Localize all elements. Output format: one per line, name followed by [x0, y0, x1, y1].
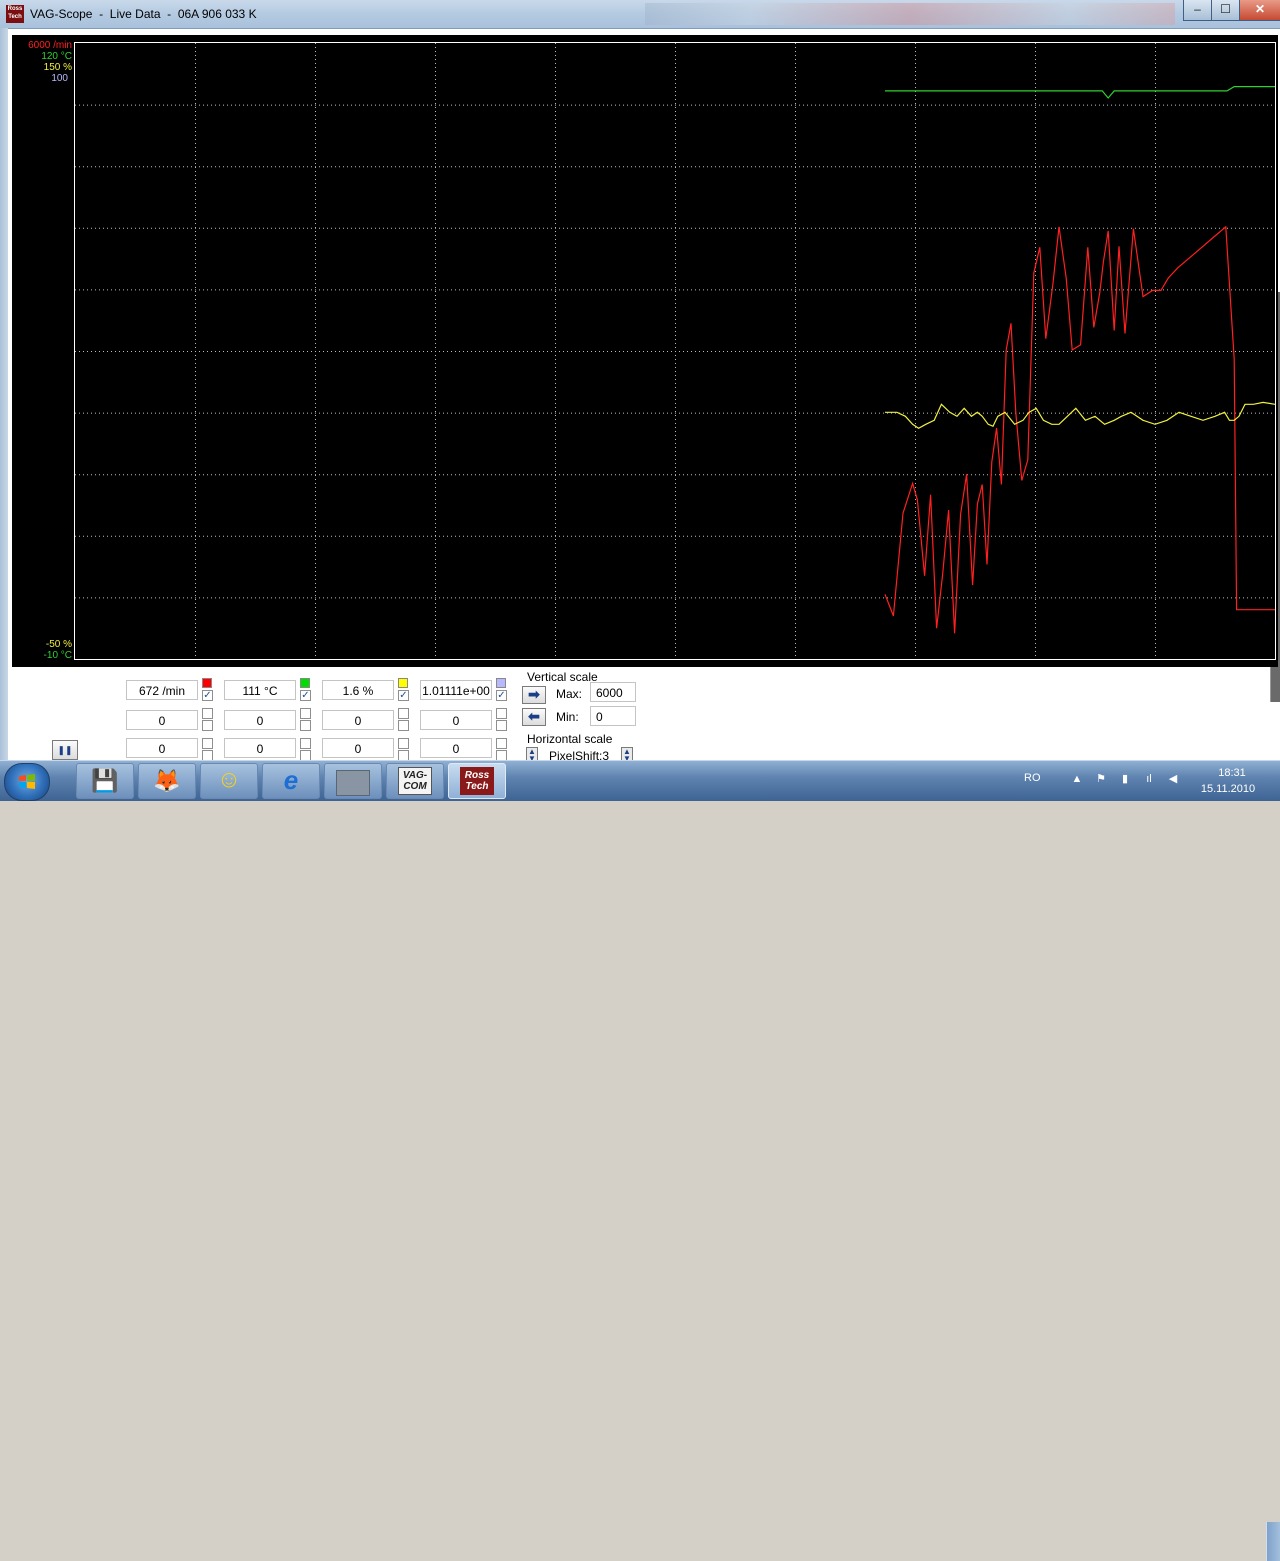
action-center-flag-icon[interactable]: ⚑ [1094, 772, 1108, 786]
channel-4-checkbox[interactable]: ✓ [496, 690, 507, 701]
channel-2-color [300, 678, 310, 688]
yahoo-messenger-icon: ☺ [216, 766, 242, 793]
horizontal-scale-label: Horizontal scale [527, 732, 613, 746]
firefox-icon: 🦊 [153, 768, 181, 793]
ross-tech-icon: Ross Tech [460, 767, 494, 795]
channel-4-value: 1.01111e+00 [420, 680, 492, 700]
channel-7-color-checkbox[interactable] [398, 708, 409, 719]
axis-label-percent-max: 150 % [43, 62, 72, 73]
channel-1-value: 672 /min [126, 680, 198, 700]
channel-9-value: 0 [126, 738, 198, 758]
channel-2-checkbox[interactable]: ✓ [300, 690, 311, 701]
channel-1-color [202, 678, 212, 688]
channel-6-color-checkbox[interactable] [300, 708, 311, 719]
network-signal-icon[interactable]: ıl [1142, 772, 1156, 786]
channel-5-color-checkbox[interactable] [202, 708, 213, 719]
background-window-strip [645, 3, 1175, 25]
channel-3-value: 1.6 % [322, 680, 394, 700]
taskbar-item-internet-explorer[interactable]: e [262, 763, 320, 799]
channel-12-value: 0 [420, 738, 492, 758]
min-label: Min: [556, 710, 579, 724]
ross-tech-logo-icon: Ross Tech [6, 5, 24, 23]
clock-time[interactable]: 18:31 [1210, 767, 1254, 779]
tray-expand-icon[interactable]: ▲ [1070, 772, 1084, 786]
channel-5-checkbox[interactable] [202, 720, 213, 731]
show-desktop-button[interactable] [1266, 1522, 1280, 1561]
engine-speed-trace [884, 225, 1275, 634]
channel-3-color [398, 678, 408, 688]
scale-down-button[interactable]: ⬅ [522, 708, 546, 726]
channel-11-value: 0 [322, 738, 394, 758]
coolant-temperature-trace [885, 85, 1275, 99]
arrow-left-icon: ⬅ [528, 708, 540, 724]
window-thumbnail-icon [336, 770, 370, 796]
battery-icon[interactable]: ▮ [1118, 772, 1132, 786]
axis-label-percent-min: -50 % [45, 639, 72, 650]
minimize-button[interactable]: ‒ [1183, 0, 1212, 21]
windows-logo-icon [19, 774, 35, 789]
channel-4-color [496, 678, 506, 688]
channel-2-value: 111 °C [224, 680, 296, 700]
taskbar-item-ross-tech[interactable]: Ross Tech [448, 763, 506, 799]
scale-up-button[interactable]: ➡ [522, 686, 546, 704]
channel-8-color-checkbox[interactable] [496, 708, 507, 719]
maximize-button[interactable]: ☐ [1211, 0, 1240, 21]
pause-icon: ❚❚ [57, 745, 73, 755]
close-button[interactable]: ✕ [1239, 0, 1280, 21]
arrow-right-icon: ➡ [528, 686, 540, 702]
taskbar-item-blank-window[interactable] [324, 763, 382, 799]
vag-com-icon: VAG- COM [398, 767, 432, 795]
channel-8-value: 0 [420, 710, 492, 730]
max-label: Max: [556, 687, 583, 701]
scope-plot [74, 42, 1276, 660]
channel-6-checkbox[interactable] [300, 720, 311, 731]
start-button[interactable] [4, 763, 50, 801]
taskbar-item-save[interactable]: 💾 [76, 763, 134, 799]
vertical-scale-label: Vertical scale [527, 670, 598, 684]
channel-11-color-checkbox[interactable] [398, 738, 409, 749]
channel-6-value: 0 [224, 710, 296, 730]
throttle-percent-trace [885, 401, 1275, 430]
channel-8-checkbox[interactable] [496, 720, 507, 731]
channel-1-checkbox[interactable]: ✓ [202, 690, 213, 701]
floppy-disk-icon: 💾 [91, 768, 119, 793]
axis-label-temp-min: -10 °C [43, 650, 72, 661]
max-input[interactable]: 6000 [590, 682, 636, 702]
window-frame-left [0, 28, 8, 768]
clock-date[interactable]: 15.11.2010 [1196, 783, 1260, 795]
window-title: VAG-Scope - Live Data - 06A 906 033 K [30, 7, 257, 21]
taskbar-item-firefox[interactable]: 🦊 [138, 763, 196, 799]
channel-7-value: 0 [322, 710, 394, 730]
taskbar-item-yahoo-messenger[interactable]: ☺ [200, 763, 258, 799]
axis-label-rpm-max: 6000 /min [28, 40, 72, 51]
taskbar: 💾 🦊 ☺ e VAG- COM Ross Tech [0, 760, 1280, 1561]
pause-button[interactable]: ❚❚ [52, 740, 78, 760]
title-bar[interactable]: Ross Tech VAG-Scope - Live Data - 06A 906… [0, 0, 1280, 29]
scope-chart-svg [75, 43, 1275, 659]
channel-9-color-checkbox[interactable] [202, 738, 213, 749]
taskbar-item-vag-com[interactable]: VAG- COM [386, 763, 444, 799]
channel-5-value: 0 [126, 710, 198, 730]
axis-label-ch4-max: 100 [51, 73, 68, 84]
channel-10-value: 0 [224, 738, 296, 758]
channel-10-color-checkbox[interactable] [300, 738, 311, 749]
min-input[interactable]: 0 [590, 706, 636, 726]
channel-12-color-checkbox[interactable] [496, 738, 507, 749]
volume-icon[interactable]: ◀ [1166, 772, 1180, 786]
language-indicator[interactable]: RO [1024, 772, 1041, 784]
channel-7-checkbox[interactable] [398, 720, 409, 731]
axis-label-temp-max: 120 °C [41, 51, 72, 62]
internet-explorer-icon: e [283, 765, 299, 795]
channel-3-checkbox[interactable]: ✓ [398, 690, 409, 701]
